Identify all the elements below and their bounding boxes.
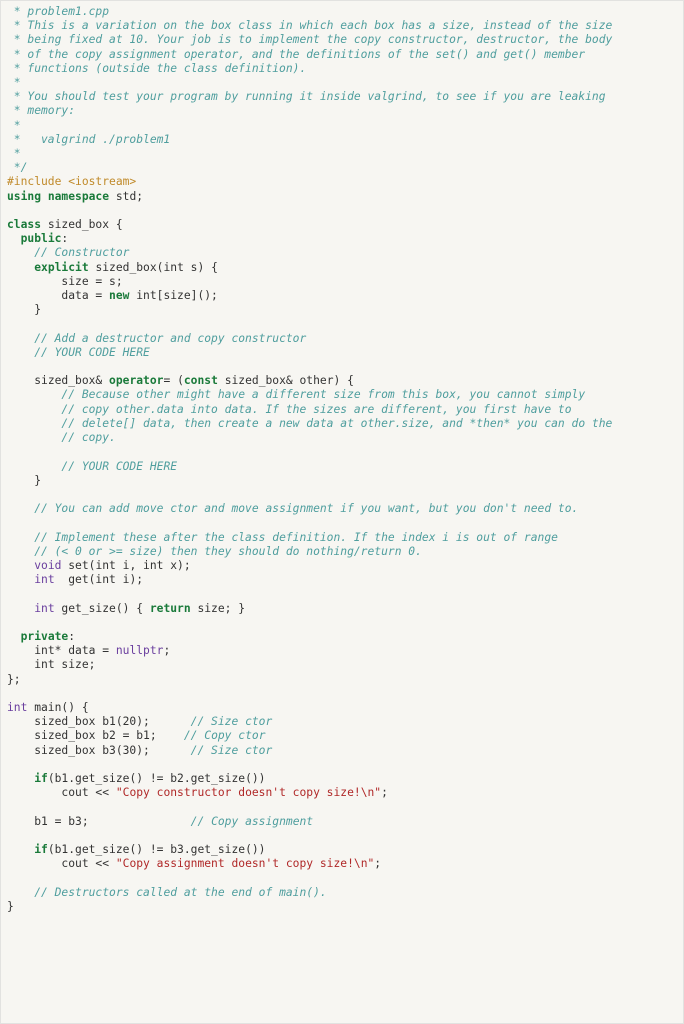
comment-line: // Copy assignment — [191, 815, 313, 828]
keyword-if: if — [34, 772, 48, 785]
code-line: get(int i); — [55, 573, 143, 586]
code-line: sized_box b2 = b1; — [34, 729, 156, 742]
code-line: (b1.get_size() != b3.get_size()) — [48, 843, 266, 856]
code-line: data = — [61, 289, 109, 302]
type-void: void — [34, 559, 61, 572]
keyword-new: new — [109, 289, 129, 302]
comment-line: // You can add move ctor and move assign… — [34, 502, 578, 515]
code-line: int size; — [34, 658, 95, 671]
code-line: size = s; — [61, 275, 122, 288]
keyword-operator: operator — [109, 374, 163, 387]
comment-line: // Because other might have a different … — [61, 388, 585, 401]
close-brace: } — [34, 474, 41, 487]
comment-line: // Copy ctor — [184, 729, 266, 742]
keyword-public: public — [21, 232, 62, 245]
source-code: * problem1.cpp * This is a variation on … — [7, 5, 677, 914]
comment-line: * of the copy assignment operator, and t… — [7, 48, 585, 61]
string-literal: "Copy assignment doesn't copy size!\n" — [116, 857, 374, 870]
code-line: sized_box& other) { — [218, 374, 354, 387]
comment-line: // Size ctor — [191, 744, 273, 757]
comment-line: * problem1.cpp — [7, 5, 109, 18]
comment-line: * This is a variation on the box class i… — [7, 19, 612, 32]
comment-line: * — [7, 119, 21, 132]
comment-line: // (< 0 or >= size) then they should do … — [34, 545, 422, 558]
string-literal: "Copy constructor doesn't copy size!\n" — [116, 786, 381, 799]
comment-line: // YOUR CODE HERE — [34, 346, 150, 359]
code-line: (b1.get_size() != b2.get_size()) — [48, 772, 266, 785]
keyword-return: return — [150, 602, 191, 615]
code-line: size; } — [191, 602, 245, 615]
code-line: cout << — [61, 786, 115, 799]
code-line: int* data = — [34, 644, 116, 657]
code-line: get_size() { — [55, 602, 150, 615]
type-int: int — [34, 602, 54, 615]
code-line: sized_box b3(30); — [34, 744, 150, 757]
comment-line: * being fixed at 10. Your job is to impl… — [7, 33, 612, 46]
semicolon: ; — [381, 786, 388, 799]
code-line: cout << — [61, 857, 115, 870]
comment-line: * — [7, 76, 21, 89]
keyword-namespace: namespace — [48, 190, 109, 203]
keyword-explicit: explicit — [34, 261, 88, 274]
semicolon: ; — [374, 857, 381, 870]
comment-line: // copy other.data into data. If the siz… — [61, 403, 571, 416]
comment-line: // Implement these after the class defin… — [34, 531, 558, 544]
code-line: set(int i, int x); — [61, 559, 190, 572]
code-line: int[size](); — [129, 289, 217, 302]
comment-line: // YOUR CODE HERE — [61, 460, 177, 473]
comment-line: // copy. — [61, 431, 115, 444]
comment-line: // Add a destructor and copy constructor — [34, 332, 306, 345]
code-line: sized_box& — [34, 374, 109, 387]
keyword-const: const — [184, 374, 218, 387]
literal-nullptr: nullptr — [116, 644, 164, 657]
type-int: int — [7, 701, 27, 714]
code-line: b1 = b3; — [34, 815, 88, 828]
main-signature: main() { — [27, 701, 88, 714]
class-name: sized_box — [48, 218, 109, 231]
close-brace: } — [7, 900, 14, 913]
code-viewer: * problem1.cpp * This is a variation on … — [0, 0, 684, 1024]
identifier-std: std — [116, 190, 136, 203]
comment-line: * You should test your program by runnin… — [7, 90, 606, 103]
comment-line: * memory: — [7, 104, 75, 117]
comment-line: // delete[] data, then create a new data… — [61, 417, 612, 430]
keyword-class: class — [7, 218, 41, 231]
ctor-signature: sized_box(int s) { — [95, 261, 217, 274]
code-line: sized_box b1(20); — [34, 715, 150, 728]
close-brace: } — [34, 303, 41, 316]
comment-line: */ — [7, 161, 27, 174]
comment-line: // Constructor — [34, 246, 129, 259]
keyword-private: private — [21, 630, 69, 643]
comment-line: * functions (outside the class definitio… — [7, 62, 306, 75]
type-int: int — [34, 573, 54, 586]
keyword-using: using — [7, 190, 41, 203]
code-line: = ( — [163, 374, 183, 387]
comment-line: // Destructors called at the end of main… — [34, 886, 326, 899]
comment-line: * — [7, 147, 21, 160]
comment-line: * valgrind ./problem1 — [7, 133, 170, 146]
keyword-if: if — [34, 843, 48, 856]
comment-line: // Size ctor — [191, 715, 273, 728]
preprocessor-include: #include <iostream> — [7, 175, 136, 188]
